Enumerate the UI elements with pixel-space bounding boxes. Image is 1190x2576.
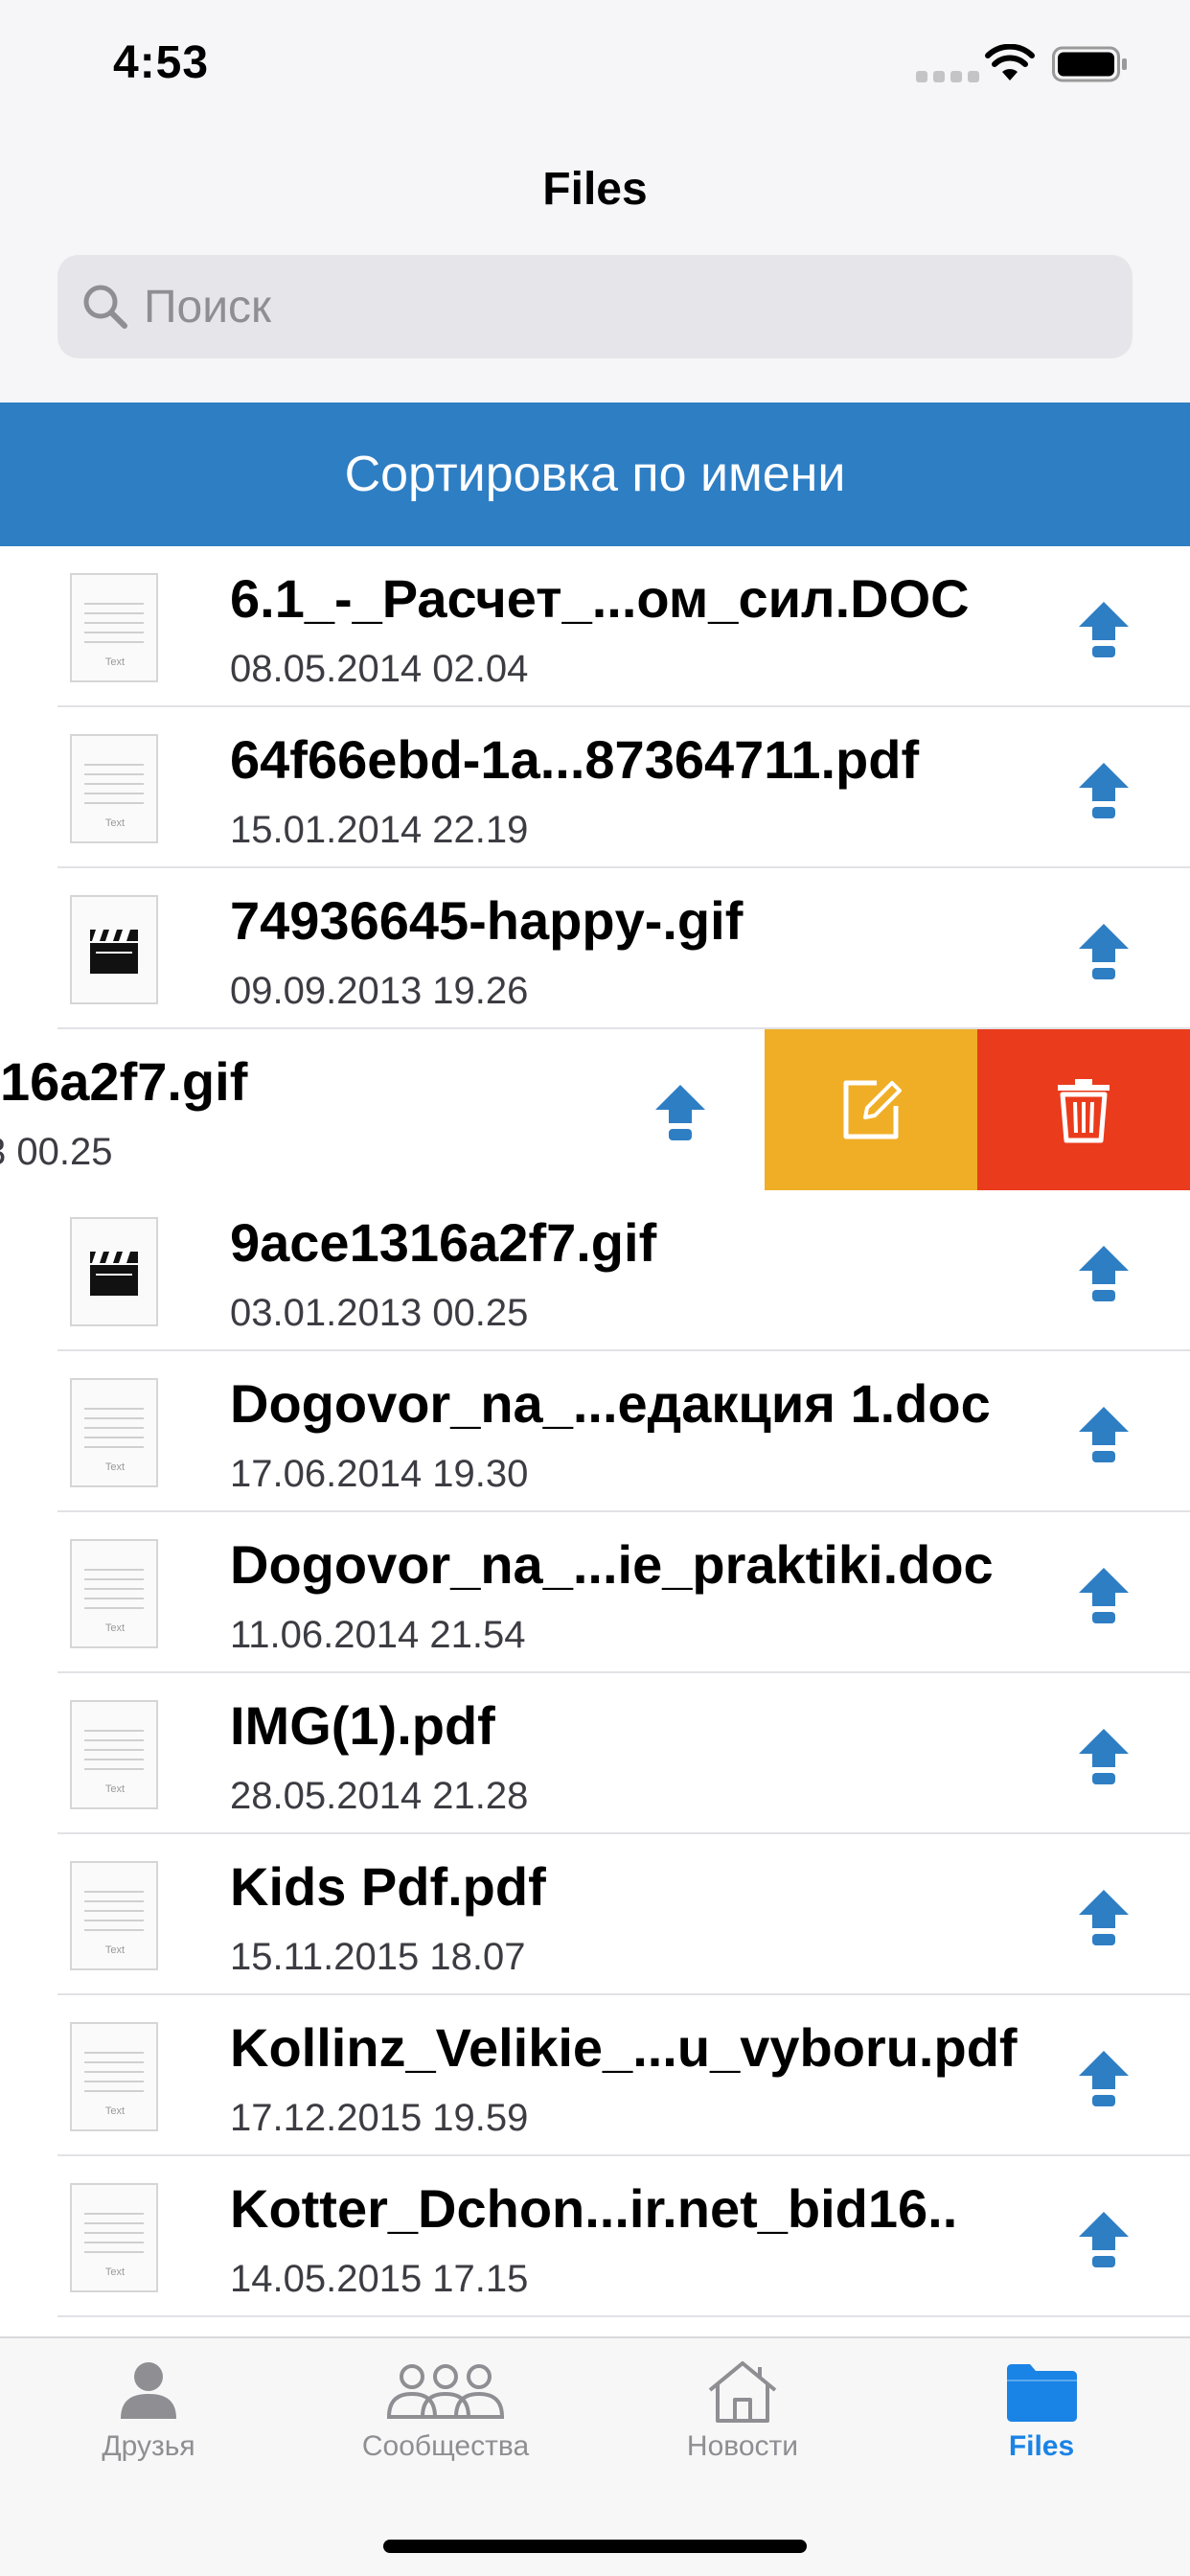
text-document-icon: Text bbox=[70, 1378, 158, 1487]
upload-icon[interactable] bbox=[1075, 2208, 1133, 2271]
file-row[interactable]: Text Dogovor_na_...ie_praktiki.doc 11.06… bbox=[0, 1512, 1190, 1673]
thumb-label: Text bbox=[105, 1622, 125, 1634]
navigation-header: Files bbox=[0, 134, 1190, 402]
tab-label: Новости bbox=[686, 2430, 799, 2462]
page-title: Files bbox=[542, 164, 648, 215]
file-date: 08.05.2014 02.04 bbox=[230, 648, 529, 690]
file-name: Kids Pdf.pdf bbox=[230, 1856, 546, 1917]
file-row[interactable]: 74936645-happy-.gif 09.09.2013 19.26 bbox=[0, 868, 1190, 1029]
battery-icon bbox=[1052, 46, 1127, 82]
file-name: 6.1_-_Расчет_...ом_сил.DOC bbox=[230, 568, 970, 629]
file-name: 74936645-happy-.gif bbox=[230, 890, 744, 951]
upload-icon[interactable] bbox=[1075, 1725, 1133, 1788]
file-row-swiped[interactable]: 16a2f7.gif 3 00.25 bbox=[0, 1029, 1190, 1190]
upload-icon[interactable] bbox=[1075, 2047, 1133, 2110]
tab-label: Друзья bbox=[102, 2430, 195, 2462]
group-icon bbox=[386, 2364, 505, 2419]
file-date: 15.01.2014 22.19 bbox=[230, 809, 529, 851]
thumb-label: Text bbox=[105, 1461, 125, 1473]
tab-files[interactable]: Files bbox=[950, 2358, 1133, 2492]
file-date: 03.01.2013 00.25 bbox=[230, 1292, 529, 1334]
row-divider bbox=[57, 2315, 1190, 2317]
file-row[interactable]: Text Dogovor_na_...едакция 1.doc 17.06.2… bbox=[0, 1351, 1190, 1512]
person-icon bbox=[121, 2362, 176, 2419]
file-date: 14.05.2015 17.15 bbox=[230, 2258, 529, 2300]
thumb-label: Text bbox=[105, 2105, 125, 2117]
trash-icon bbox=[1058, 1079, 1110, 1143]
file-date: 3 00.25 bbox=[0, 1131, 113, 1173]
thumb-label: Text bbox=[105, 1783, 125, 1795]
file-date: 15.11.2015 18.07 bbox=[230, 1936, 526, 1978]
upload-icon[interactable] bbox=[1075, 920, 1133, 983]
text-document-icon: Text bbox=[70, 1861, 158, 1970]
upload-icon[interactable] bbox=[1075, 759, 1133, 822]
thumb-label: Text bbox=[105, 1944, 125, 1956]
file-date: 09.09.2013 19.26 bbox=[230, 970, 529, 1012]
file-date: 17.12.2015 19.59 bbox=[230, 2097, 529, 2139]
house-icon bbox=[708, 2361, 777, 2423]
text-document-icon: Text bbox=[70, 734, 158, 843]
text-document-icon: Text bbox=[70, 1700, 158, 1809]
file-row[interactable]: Text IMG(1).pdf 28.05.2014 21.28 bbox=[0, 1673, 1190, 1834]
video-clapper-icon bbox=[70, 895, 158, 1004]
tab-news[interactable]: Новости bbox=[652, 2358, 834, 2492]
cellular-signal-icon bbox=[916, 71, 979, 82]
upload-icon[interactable] bbox=[1075, 1564, 1133, 1627]
delete-button[interactable] bbox=[977, 1029, 1190, 1190]
file-name: Kotter_Dchon...ir.net_bid16.. bbox=[230, 2178, 958, 2239]
status-bar: 4:53 bbox=[0, 0, 1190, 134]
text-document-icon: Text bbox=[70, 2022, 158, 2131]
text-document-icon: Text bbox=[70, 2183, 158, 2292]
file-date: 17.06.2014 19.30 bbox=[230, 1453, 529, 1495]
file-name: Dogovor_na_...ie_praktiki.doc bbox=[230, 1534, 994, 1595]
text-document-icon: Text bbox=[70, 573, 158, 682]
text-document-icon: Text bbox=[70, 1539, 158, 1648]
file-row[interactable]: Text 6.1_-_Расчет_...ом_сил.DOC 08.05.20… bbox=[0, 546, 1190, 707]
thumb-label: Text bbox=[105, 2266, 125, 2278]
file-row[interactable]: 9ace1316a2f7.gif 03.01.2013 00.25 bbox=[0, 1190, 1190, 1351]
file-name: IMG(1).pdf bbox=[230, 1695, 495, 1756]
wifi-icon bbox=[985, 44, 1035, 80]
upload-icon[interactable] bbox=[1075, 1403, 1133, 1466]
edit-button[interactable] bbox=[765, 1029, 977, 1190]
file-row[interactable]: Text Kids Pdf.pdf 15.11.2015 18.07 bbox=[0, 1834, 1190, 1995]
tab-friends[interactable]: Друзья bbox=[57, 2358, 240, 2492]
search-bar[interactable] bbox=[57, 255, 1133, 358]
upload-icon[interactable] bbox=[1075, 1886, 1133, 1949]
file-name: Kollinz_Velikie_...u_vyboru.pdf bbox=[230, 2017, 1018, 2078]
file-name: 9ace1316a2f7.gif bbox=[230, 1212, 657, 1273]
file-row[interactable]: Text Kotter_Dchon...ir.net_bid16.. 14.05… bbox=[0, 2156, 1190, 2317]
status-time: 4:53 bbox=[113, 37, 210, 88]
upload-icon[interactable] bbox=[1075, 1242, 1133, 1305]
file-name: 16a2f7.gif bbox=[0, 1051, 248, 1112]
edit-icon bbox=[843, 1080, 902, 1139]
search-icon bbox=[83, 285, 127, 329]
upload-icon[interactable] bbox=[652, 1081, 709, 1144]
tab-label: Сообщества bbox=[361, 2430, 530, 2462]
file-date: 11.06.2014 21.54 bbox=[230, 1614, 526, 1656]
file-row[interactable]: Text 64f66ebd-1a...87364711.pdf 15.01.20… bbox=[0, 707, 1190, 868]
file-name: 64f66ebd-1a...87364711.pdf bbox=[230, 729, 920, 790]
upload-icon[interactable] bbox=[1075, 598, 1133, 661]
video-clapper-icon bbox=[70, 1217, 158, 1326]
tab-label: Files bbox=[1008, 2430, 1075, 2462]
search-input[interactable] bbox=[144, 274, 1102, 339]
tab-communities[interactable]: Сообщества bbox=[340, 2358, 551, 2492]
file-name: Dogovor_na_...едакция 1.doc bbox=[230, 1373, 991, 1434]
file-date: 28.05.2014 21.28 bbox=[230, 1775, 529, 1817]
home-indicator bbox=[383, 2540, 807, 2553]
file-row[interactable]: Text Kollinz_Velikie_...u_vyboru.pdf 17.… bbox=[0, 1995, 1190, 2156]
thumb-label: Text bbox=[105, 817, 125, 829]
sort-by-name-button[interactable]: Сортировка по имени bbox=[0, 402, 1190, 546]
file-list[interactable]: Text 6.1_-_Расчет_...ом_сил.DOC 08.05.20… bbox=[0, 546, 1190, 2336]
swiped-row-content[interactable]: 16a2f7.gif 3 00.25 bbox=[0, 1029, 765, 1190]
thumb-label: Text bbox=[105, 656, 125, 668]
folder-icon bbox=[1007, 2364, 1077, 2422]
